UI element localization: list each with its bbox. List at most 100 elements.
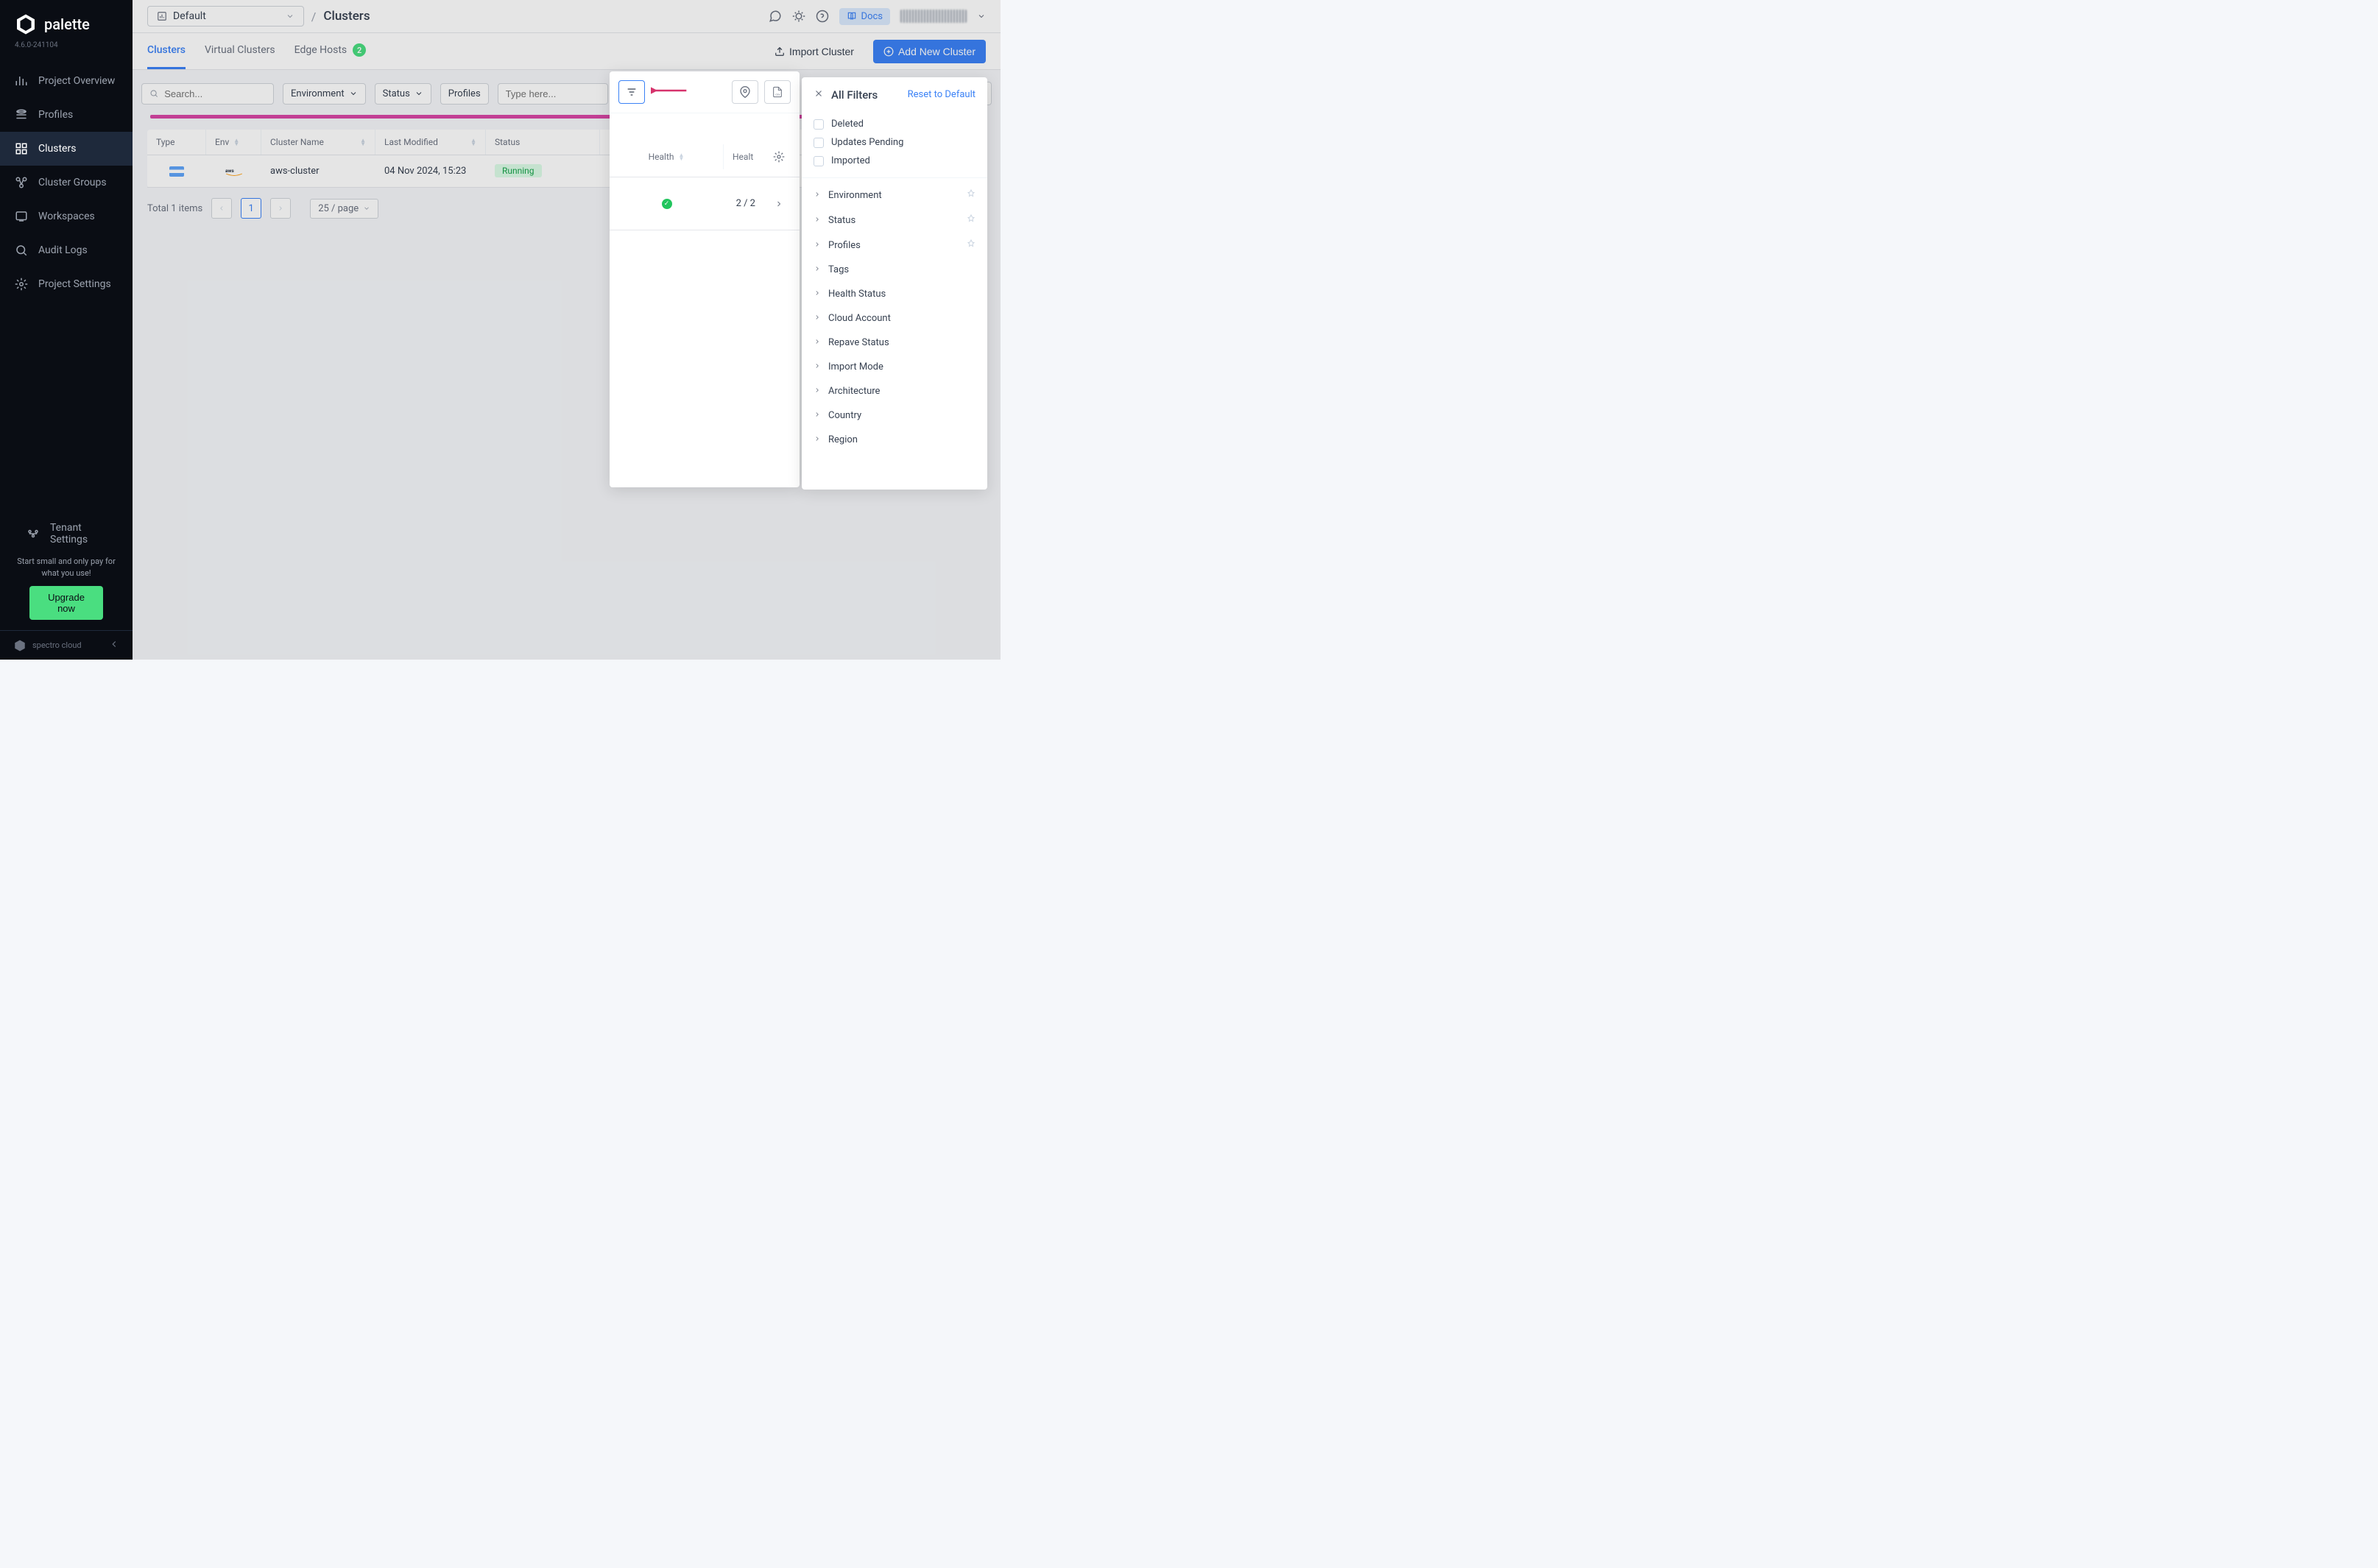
project-selector[interactable]: Default [147,6,304,27]
chevron-down-icon[interactable] [977,10,986,23]
aws-logo-icon: aws [225,166,243,177]
chevron-right-icon [814,361,821,372]
user-identity-redacted[interactable] [900,10,967,23]
next-page-button[interactable] [270,198,291,219]
col-modified[interactable]: Last Modified▲▼ [375,130,486,155]
chevron-right-icon [814,386,821,397]
sidebar-item-tenant-settings[interactable]: Tenant Settings [12,512,121,556]
chevron-left-icon [218,205,225,212]
sidebar-item-audit-logs[interactable]: Audit Logs [0,233,133,267]
tab-clusters[interactable]: Clusters [147,33,186,69]
tags-input[interactable] [498,83,608,105]
bug-icon[interactable] [792,10,805,23]
sidebar-item-cluster-groups[interactable]: Cluster Groups [0,166,133,199]
group-label: Import Mode [828,361,883,372]
prev-page-button[interactable] [211,198,232,219]
filter-check-updates-pending[interactable]: Updates Pending [814,133,975,152]
chevron-down-icon [349,89,358,98]
tab-label: Virtual Clusters [205,44,275,56]
col-env[interactable]: Env▲▼ [206,130,261,155]
col-health[interactable]: Health▲▼ [610,144,724,169]
filter-group-tags[interactable]: Tags [802,258,987,282]
filter-check-deleted[interactable]: Deleted [814,115,975,133]
breadcrumb: Default / Clusters [147,6,370,27]
cell-type [147,156,206,187]
svg-text:aws: aws [225,168,234,174]
page-size-select[interactable]: 25 / page [310,199,378,219]
sidebar-item-label: Audit Logs [38,244,88,256]
export-csv-button[interactable]: csv [764,80,791,104]
sidebar-item-label: Clusters [38,143,76,155]
filter-group-environment[interactable]: Environment [802,183,987,208]
filters-toggle-button[interactable] [618,80,645,104]
chevron-right-icon [814,264,821,275]
filters-panel-header: All Filters Reset to Default [802,77,987,112]
sidebar-item-clusters[interactable]: Clusters [0,132,133,166]
filter-check-imported[interactable]: Imported [814,152,975,170]
sort-icon: ▲▼ [233,138,239,146]
search-box[interactable] [141,83,274,105]
footer-brand: spectro cloud [0,630,133,660]
filter-group-profiles[interactable]: Profiles [802,233,987,258]
profiles-filter[interactable]: Profiles [440,83,489,105]
tab-edge-hosts[interactable]: Edge Hosts2 [294,33,366,69]
filter-group-cloud-account[interactable]: Cloud Account [802,306,987,331]
reset-filters-button[interactable]: Reset to Default [908,89,975,100]
filter-group-country[interactable]: Country [802,403,987,428]
chevron-right-icon [814,289,821,300]
chevron-right-icon [814,240,821,251]
hp-header-row: Health▲▼ Healt [610,137,800,177]
pin-icon[interactable] [967,239,975,251]
cell-health: ✓ [610,188,724,219]
chevron-down-icon [414,89,423,98]
tab-virtual-clusters[interactable]: Virtual Clusters [205,33,275,69]
check-label: Imported [831,155,870,166]
group-label: Architecture [828,386,880,397]
sidebar-item-label: Project Overview [38,75,115,87]
sidebar-item-project-settings[interactable]: Project Settings [0,267,133,301]
filter-label: Status [383,88,410,99]
environment-filter[interactable]: Environment [283,83,366,105]
sidebar-item-overview[interactable]: Project Overview [0,64,133,98]
filter-group-region[interactable]: Region [802,428,987,452]
upgrade-button[interactable]: Upgrade now [29,586,103,620]
filter-group-import-mode[interactable]: Import Mode [802,355,987,379]
pin-icon[interactable] [967,214,975,226]
filter-group-health-status[interactable]: Health Status [802,282,987,306]
docs-link[interactable]: Docs [839,8,890,25]
tab-label: Edge Hosts [294,44,347,56]
filter-group-status[interactable]: Status [802,208,987,233]
page-size-label: 25 / page [318,203,359,214]
breadcrumb-separator: / [311,10,317,24]
map-view-button[interactable] [732,80,758,104]
hp-data-row: ✓ 2 / 2 [610,177,800,230]
collapse-sidebar-icon[interactable] [109,638,119,652]
close-filters-button[interactable] [814,88,824,102]
sidebar-item-workspaces[interactable]: Workspaces [0,199,133,233]
import-cluster-button[interactable]: Import Cluster [764,40,864,63]
page-number[interactable]: 1 [241,198,261,219]
filter-group-architecture[interactable]: Architecture [802,379,987,403]
filter-group-repave-status[interactable]: Repave Status [802,331,987,355]
search-icon [149,88,158,99]
table-settings-button[interactable] [764,151,794,163]
expand-row-button[interactable] [764,199,794,208]
status-filter[interactable]: Status [375,83,431,105]
tabs: Clusters Virtual Clusters Edge Hosts2 [147,33,366,69]
csv-icon: csv [772,86,783,98]
highlight-panel: csv Health▲▼ Healt ✓ 2 / 2 [610,71,800,487]
col-name[interactable]: Cluster Name▲▼ [261,130,375,155]
sidebar-item-label: Workspaces [38,211,95,222]
sidebar: palette 4.6.0-241104 Project Overview Pr… [0,0,133,660]
pin-icon[interactable] [967,189,975,201]
tab-label: Clusters [147,44,186,56]
filter-groups: Environment Status Profiles Tags Health … [802,178,987,456]
sidebar-item-profiles[interactable]: Profiles [0,98,133,132]
search-input[interactable] [164,88,266,99]
add-cluster-button[interactable]: Add New Cluster [873,40,986,63]
col-type: Type [147,130,206,155]
help-icon[interactable] [816,10,829,23]
chat-icon[interactable] [769,10,782,23]
chevron-right-icon [814,410,821,421]
cell-env: aws [206,156,261,187]
